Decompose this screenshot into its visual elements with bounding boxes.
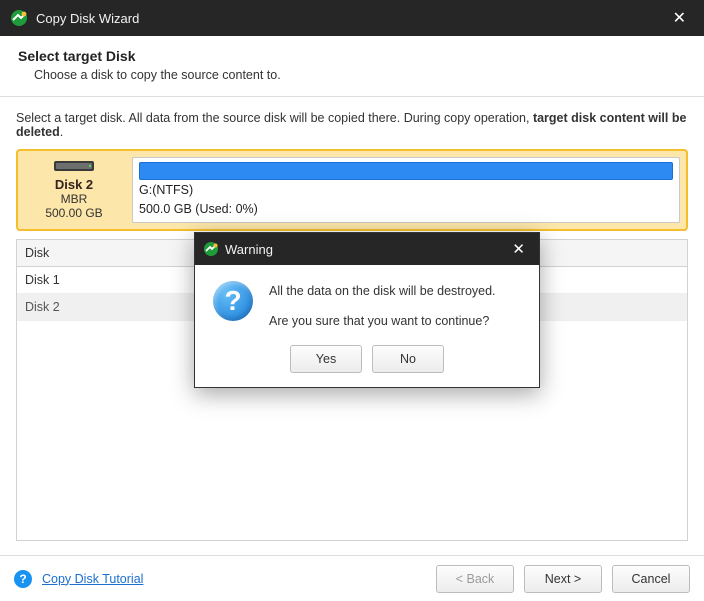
dialog-line1: All the data on the disk will be destroy… (269, 281, 496, 301)
help-icon[interactable]: ? (14, 570, 32, 588)
instruction-period: . (60, 125, 63, 139)
cell-disk: Disk 1 (17, 267, 197, 293)
hdd-icon (54, 159, 94, 173)
dialog-text: All the data on the disk will be destroy… (269, 281, 496, 331)
page-subtitle: Choose a disk to copy the source content… (34, 68, 686, 82)
page-title: Select target Disk (18, 48, 686, 64)
cancel-button[interactable]: Cancel (612, 565, 690, 593)
wizard-window: Copy Disk Wizard ✕ Select target Disk Ch… (0, 0, 704, 601)
instruction-pre: Select a target disk. All data from the … (16, 111, 533, 125)
dialog-title: Warning (225, 242, 273, 257)
partition-label: G:(NTFS) (139, 182, 673, 199)
warning-dialog: Warning ✕ ? All the data on the disk wil… (194, 232, 540, 388)
selected-disk-type: MBR (61, 192, 88, 206)
next-button[interactable]: Next > (524, 565, 602, 593)
selected-disk-size: 500.00 GB (45, 206, 102, 220)
dialog-app-icon (203, 241, 219, 257)
back-button[interactable]: < Back (436, 565, 514, 593)
window-close-button[interactable]: ✕ (665, 4, 694, 32)
yes-button[interactable]: Yes (290, 345, 362, 373)
dialog-body: ? All the data on the disk will be destr… (195, 265, 539, 345)
wizard-header: Select target Disk Choose a disk to copy… (0, 36, 704, 97)
selected-disk-name: Disk 2 (55, 177, 93, 192)
question-icon: ? (213, 281, 253, 321)
selected-disk-summary: Disk 2 MBR 500.00 GB (24, 157, 124, 223)
dialog-line2: Are you sure that you want to continue? (269, 311, 496, 331)
no-button[interactable]: No (372, 345, 444, 373)
tutorial-link[interactable]: Copy Disk Tutorial (42, 572, 143, 586)
col-disk[interactable]: Disk (17, 240, 197, 266)
instruction-text: Select a target disk. All data from the … (16, 111, 688, 139)
partition-bar (139, 162, 673, 180)
partition-size: 500.0 GB (Used: 0%) (139, 201, 673, 218)
dialog-buttons: Yes No (195, 345, 539, 387)
cell-disk: Disk 2 (17, 294, 197, 320)
window-title: Copy Disk Wizard (36, 11, 139, 26)
titlebar: Copy Disk Wizard ✕ (0, 0, 704, 36)
dialog-titlebar: Warning ✕ (195, 233, 539, 265)
dialog-close-button[interactable]: ✕ (506, 237, 531, 261)
selected-disk-partition: G:(NTFS) 500.0 GB (Used: 0%) (132, 157, 680, 223)
app-icon (10, 9, 28, 27)
selected-disk-card[interactable]: Disk 2 MBR 500.00 GB G:(NTFS) 500.0 GB (… (16, 149, 688, 231)
wizard-footer: ? Copy Disk Tutorial < Back Next > Cance… (0, 555, 704, 601)
